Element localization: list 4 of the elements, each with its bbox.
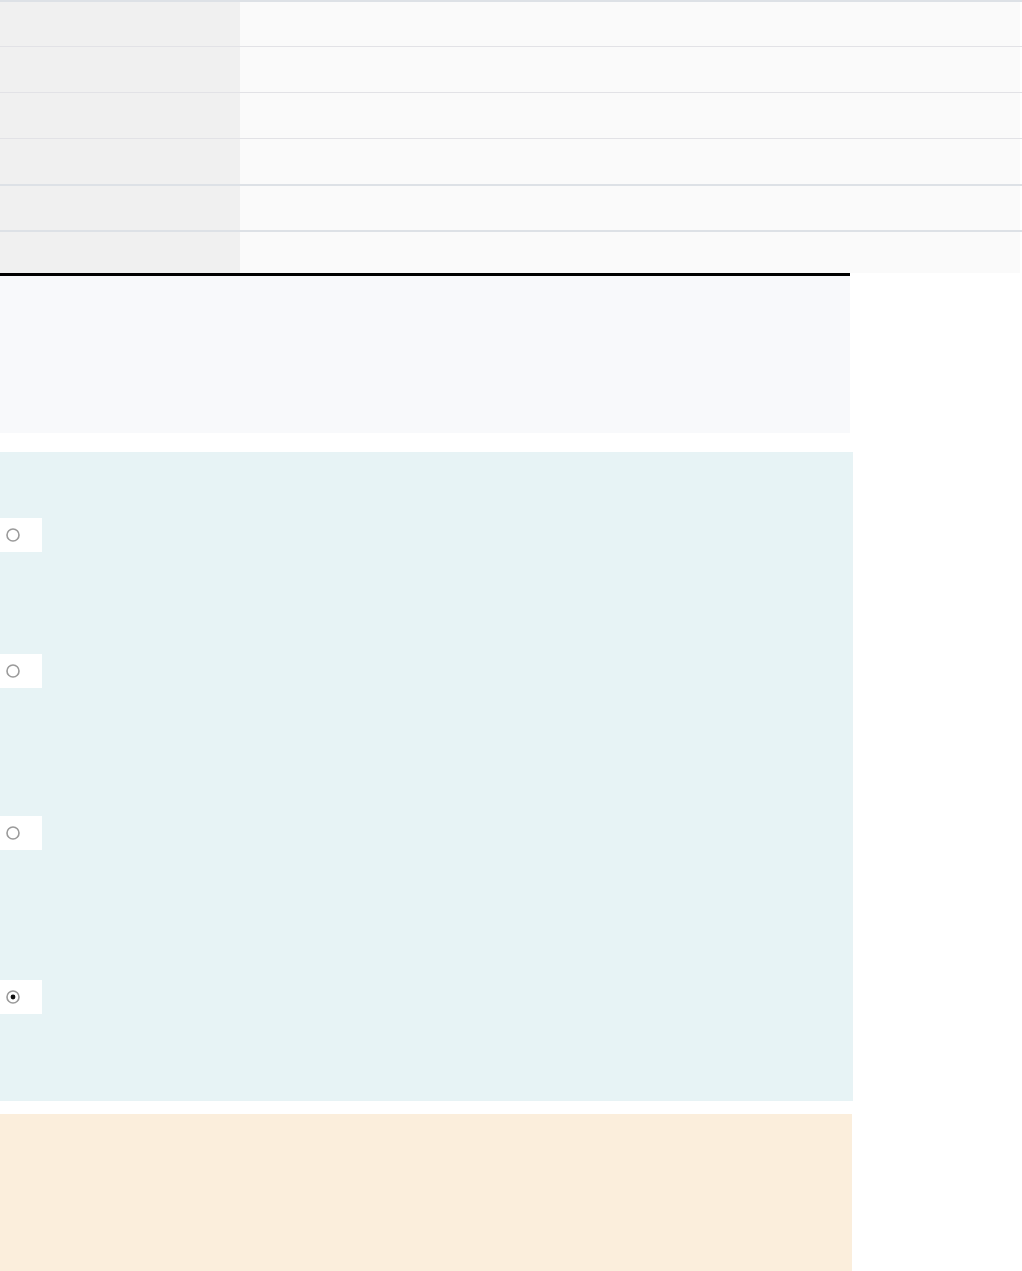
radio-button[interactable] bbox=[0, 816, 42, 850]
radio-button[interactable] bbox=[0, 980, 42, 1014]
radio-button[interactable] bbox=[0, 654, 42, 688]
radio-button[interactable] bbox=[0, 518, 42, 552]
